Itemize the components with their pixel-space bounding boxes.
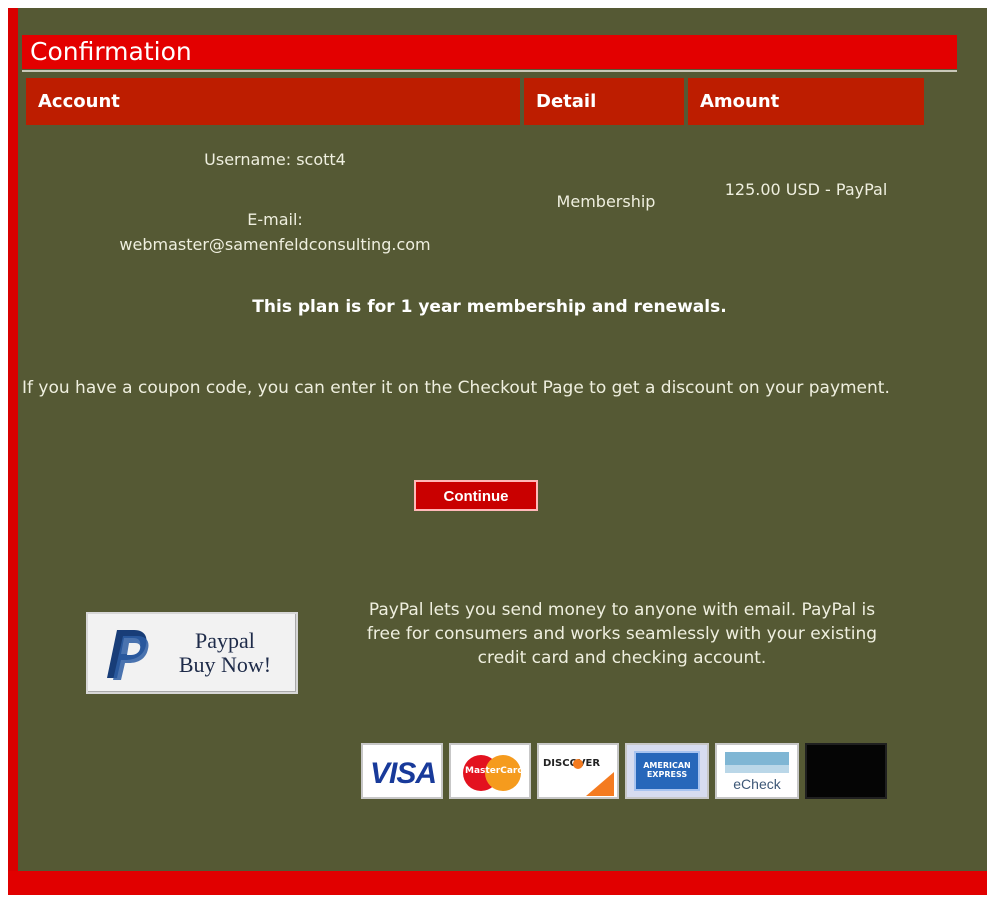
- amount-value: 125.00 USD - PayPal: [724, 180, 888, 199]
- mastercard-icon: MasterCard: [449, 743, 531, 799]
- email-value: webmaster@samenfeldconsulting.com: [119, 235, 431, 254]
- email-label: E-mail:: [247, 210, 303, 229]
- payment-card-logos: VISA MasterCard DISCOVER AMERICAN EXPRES…: [361, 743, 887, 799]
- left-border: [8, 8, 18, 876]
- paypal-logo-icon: [107, 630, 149, 680]
- discover-card-icon: DISCOVER: [537, 743, 619, 799]
- visa-label: VISA: [370, 757, 437, 790]
- paypal-buy-now-button[interactable]: Paypal Buy Now!: [86, 612, 298, 694]
- paypal-button-line2: Buy Now!: [178, 652, 272, 677]
- echeck-label: eCheck: [733, 776, 781, 792]
- account-column-header: Account: [26, 78, 520, 125]
- detail-column-header: Detail: [524, 78, 684, 125]
- american-express-card-icon: AMERICAN EXPRESS: [625, 743, 709, 799]
- paypal-button-line1: Paypal: [195, 628, 255, 653]
- coupon-message: If you have a coupon code, you can enter…: [22, 378, 890, 398]
- discover-label: DISCOVER: [543, 758, 601, 769]
- echeck-card-icon: eCheck: [715, 743, 799, 799]
- discover-dot-icon: [573, 759, 583, 769]
- echeck-top-band: [725, 752, 789, 765]
- plan-message: This plan is for 1 year membership and r…: [252, 297, 727, 317]
- page-title: Confirmation: [22, 35, 957, 69]
- username-text: Username: scott4: [204, 150, 346, 169]
- paypal-button-text: Paypal Buy Now!: [166, 629, 284, 677]
- paypal-description: PayPal lets you send money to anyone wit…: [366, 600, 878, 668]
- american-express-label: AMERICAN EXPRESS: [643, 761, 691, 779]
- discover-swoosh-icon: [586, 772, 614, 796]
- membership-detail: Membership: [556, 192, 656, 211]
- continue-button[interactable]: Continue: [414, 480, 538, 511]
- mastercard-label: MasterCard: [465, 766, 524, 776]
- bottom-border: [8, 871, 987, 895]
- visa-card-icon: VISA: [361, 743, 443, 799]
- echeck-middle-band: [725, 765, 789, 773]
- title-divider: [22, 70, 957, 72]
- amount-column-header: Amount: [688, 78, 924, 125]
- american-express-logo: AMERICAN EXPRESS: [634, 751, 700, 791]
- black-payment-logo-icon: [805, 743, 887, 799]
